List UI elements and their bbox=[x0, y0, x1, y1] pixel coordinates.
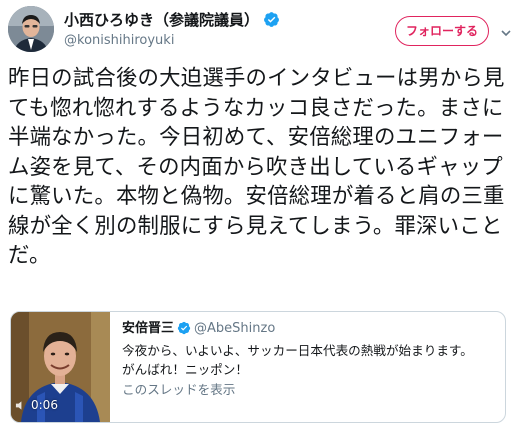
tweet-text: 昨日の試合後の大迫選手のインタビューは男から見ても惚れ惚れするようなカッコ良さだ… bbox=[8, 66, 505, 268]
author-avatar-image bbox=[8, 6, 54, 52]
author-name-block: 小西ひろゆき（参議院議員） @konishihiroyuki bbox=[64, 10, 280, 50]
author-display-name[interactable]: 小西ひろゆき（参議院議員） bbox=[64, 10, 280, 30]
quoted-tweet-text-line2: がんばれ！ニッポン！ bbox=[122, 362, 248, 377]
quoted-author-handle[interactable]: @AbeShinzo bbox=[194, 321, 275, 336]
author-display-name-text[interactable]: 小西ひろゆき（参議院議員） bbox=[64, 11, 259, 29]
quoted-video-thumbnail[interactable]: 0:06 bbox=[11, 312, 110, 422]
chevron-down-icon[interactable] bbox=[500, 27, 512, 39]
author-avatar[interactable] bbox=[8, 6, 54, 52]
quoted-tweet-card[interactable]: 0:06 安倍晋三 @AbeShinzo 今夜から、いよいよ、サッカー日本代表の… bbox=[10, 311, 506, 423]
follow-button[interactable]: フォローする bbox=[395, 16, 489, 46]
quoted-author-name[interactable]: 安倍晋三 bbox=[122, 321, 174, 336]
tweet-card: 小西ひろゆき（参議院議員） @konishihiroyuki フォローする 昨日… bbox=[0, 0, 513, 432]
video-duration: 0:06 bbox=[31, 398, 58, 412]
quoted-tweet-body: 安倍晋三 @AbeShinzo 今夜から、いよいよ、サッカー日本代表の熱戦が始ま… bbox=[122, 320, 497, 399]
author-handle[interactable]: @konishihiroyuki bbox=[64, 32, 280, 50]
show-thread-link[interactable]: このスレッドを表示 bbox=[122, 380, 497, 399]
speaker-icon[interactable] bbox=[15, 400, 26, 411]
quoted-tweet-text-line1: 今夜から、いよいよ、サッカー日本代表の熱戦が始まります。 bbox=[122, 343, 473, 358]
quoted-tweet-header: 安倍晋三 @AbeShinzo bbox=[122, 320, 497, 338]
verified-badge-icon bbox=[177, 321, 191, 335]
tweet-header: 小西ひろゆき（参議院議員） @konishihiroyuki フォローする bbox=[8, 6, 501, 58]
verified-badge-icon bbox=[264, 12, 279, 27]
